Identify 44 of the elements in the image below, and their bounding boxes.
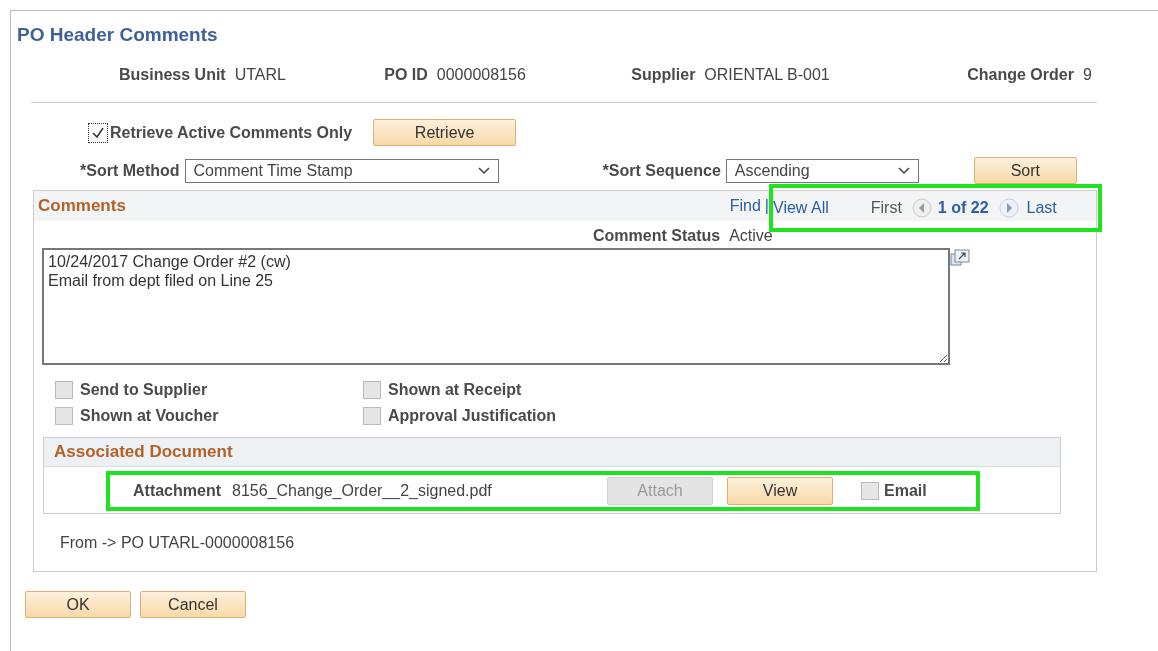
checkbox-label: Shown at Voucher xyxy=(80,407,219,425)
field-value: UTARL xyxy=(234,66,286,84)
panel-title: Associated Document xyxy=(54,442,233,462)
sort-sequence-dropdown[interactable]: Ascending xyxy=(725,158,919,183)
checkbox-label: Shown at Receipt xyxy=(388,381,522,399)
field-value: 9 xyxy=(1082,66,1092,84)
dialog-button[interactable]: Cancel xyxy=(140,591,246,618)
find-link[interactable]: Find xyxy=(729,197,761,215)
field-label: Business Unit xyxy=(119,66,226,84)
field-label: Comment Status xyxy=(593,227,721,245)
last-link[interactable]: Last xyxy=(1026,199,1057,217)
sort-method-dropdown[interactable]: Comment Time Stamp xyxy=(184,158,499,183)
checkbox-label: Send to Supplier xyxy=(80,381,208,399)
field-value: ORIENTAL B-001 xyxy=(704,66,830,84)
field-value: 0000008156 xyxy=(436,66,526,84)
comment-field[interactable]: 10/24/2017 Change Order #2 (cw) Email from dept filed on Line 25 xyxy=(42,248,950,365)
document-button[interactable]: View xyxy=(727,477,833,505)
sort-button[interactable]: Sort xyxy=(973,157,1077,184)
view-all-link[interactable]: View All xyxy=(773,199,829,217)
field-label: Change Order xyxy=(967,66,1074,84)
dialog-button[interactable]: OK xyxy=(25,591,131,618)
page-position: 1 of 22 xyxy=(937,199,989,217)
file-name: 8156_Change_Order__2_signed.pdf xyxy=(232,482,493,500)
checkbox-label: Email xyxy=(884,482,927,500)
checkbox-label: Approval Justification xyxy=(388,407,557,425)
field-label: Attachment xyxy=(133,482,221,500)
panel-title: Comments xyxy=(38,196,126,216)
field-label: *Sort Sequence xyxy=(602,161,721,180)
field-label: PO ID xyxy=(384,66,428,84)
next-icon[interactable] xyxy=(998,198,1019,218)
first-label: First xyxy=(870,199,902,217)
page-title: PO Header Comments xyxy=(17,24,219,46)
expand-icon[interactable] xyxy=(950,249,970,267)
chevron-down-icon xyxy=(897,166,910,175)
retrieve-button[interactable]: Retrieve xyxy=(373,119,517,146)
checkbox-label: Retrieve Active Comments Only xyxy=(110,123,353,142)
chevron-down-icon xyxy=(477,166,490,175)
previous-icon[interactable] xyxy=(911,198,932,218)
field-value: Active xyxy=(729,227,773,245)
field-label: *Sort Method xyxy=(80,161,180,180)
field-label: Supplier xyxy=(631,66,696,84)
separator: | xyxy=(764,197,769,215)
source-text: From -> PO UTARL-0000008156 xyxy=(60,534,296,552)
checkbox[interactable] xyxy=(88,122,108,143)
